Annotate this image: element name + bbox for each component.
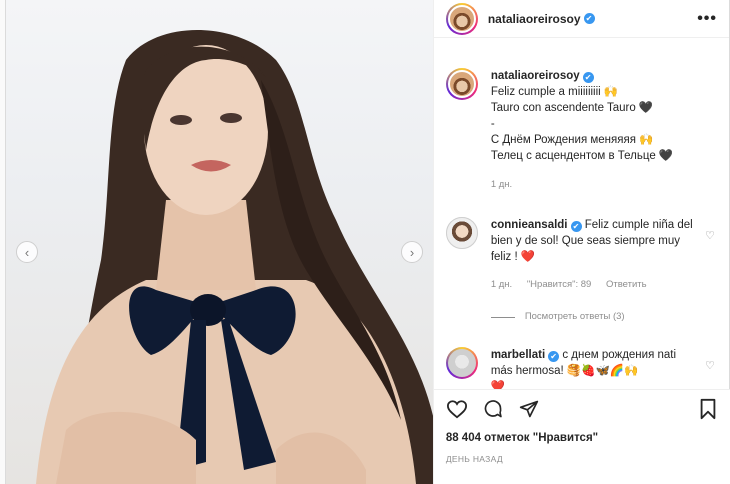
- comment-item: connieansaldi ✔ Feliz cumple niña del bie…: [445, 217, 717, 325]
- comments-list: nataliaoreirosoy ✔ Feliz cumple a miiiiii…: [434, 38, 729, 395]
- share-icon[interactable]: [518, 399, 540, 419]
- caption-line: Feliz cumple a miiiiiiiii 🙌: [490, 86, 619, 98]
- verified-badge-icon: ✔: [570, 221, 582, 232]
- view-replies-label: Посмотреть ответы (3): [524, 311, 625, 322]
- post-sidebar: nataliaoreirosoy ✔ ••• nataliaoreirosoy ✔…: [432, 0, 730, 484]
- bookmark-icon[interactable]: [698, 398, 718, 420]
- comment-like-heart-icon[interactable]: ♡: [705, 359, 717, 372]
- comment-likes[interactable]: "Нравится": 89: [527, 279, 592, 290]
- verified-badge-icon: ✔: [583, 13, 595, 24]
- view-replies-button[interactable]: Посмотреть ответы (3): [490, 309, 696, 325]
- author-avatar[interactable]: [445, 2, 478, 35]
- comment-meta: 1 дн. "Нравится": 89 Ответить: [491, 277, 696, 293]
- previous-photo-button[interactable]: ‹: [16, 241, 38, 263]
- post-header: nataliaoreirosoy ✔ •••: [433, 0, 729, 38]
- verified-badge-icon: ✔: [582, 72, 594, 83]
- portrait-image: [36, 30, 433, 484]
- verified-badge-icon: ✔: [548, 351, 560, 362]
- divider: [490, 316, 515, 318]
- post-timestamp[interactable]: ДЕНЬ НАЗАД: [446, 454, 718, 464]
- caption-line: Tauro con ascendente Tauro 🖤: [490, 102, 654, 114]
- post-card: ‹ › nataliaoreirosoy ✔ ••• nataliaoreiro…: [5, 0, 730, 484]
- action-icons: [446, 398, 718, 420]
- caption-line: Телец с асцендентом в Тельце 🖤: [490, 150, 674, 162]
- post-actions: 88 404 отметок "Нравится" ДЕНЬ НАЗАД: [433, 389, 730, 484]
- comment-like-heart-icon[interactable]: ♡: [705, 229, 717, 242]
- heart-icon[interactable]: [446, 399, 468, 419]
- more-options-icon[interactable]: •••: [697, 10, 717, 28]
- comment-item: marbellati ✔ с днем рождения nati más her…: [445, 347, 717, 395]
- comment-icon[interactable]: [482, 399, 504, 419]
- post-photo[interactable]: ‹ ›: [6, 0, 433, 484]
- commenter-username[interactable]: connieansaldi: [491, 219, 568, 231]
- next-photo-button[interactable]: ›: [401, 241, 423, 263]
- reply-button[interactable]: Ответить: [606, 279, 647, 290]
- caption-line: -: [490, 118, 495, 130]
- commenter-avatar[interactable]: [445, 217, 478, 249]
- caption-timestamp[interactable]: 1 дн.: [491, 177, 673, 193]
- commenter-avatar[interactable]: [445, 347, 478, 379]
- caption-line: С Днём Рождения меняяяя 🙌: [490, 134, 654, 146]
- caption-username[interactable]: nataliaoreirosoy: [491, 70, 580, 82]
- likes-count[interactable]: 88 404 отметок "Нравится": [446, 432, 718, 444]
- commenter-username[interactable]: marbellati: [491, 349, 545, 361]
- comment-timestamp[interactable]: 1 дн.: [491, 279, 512, 290]
- caption-avatar[interactable]: [445, 68, 478, 100]
- post-caption: nataliaoreirosoy ✔ Feliz cumple a miiiiii…: [445, 68, 717, 193]
- author-username[interactable]: nataliaoreirosoy: [488, 12, 581, 26]
- heart-emoji: ❤️: [520, 251, 536, 263]
